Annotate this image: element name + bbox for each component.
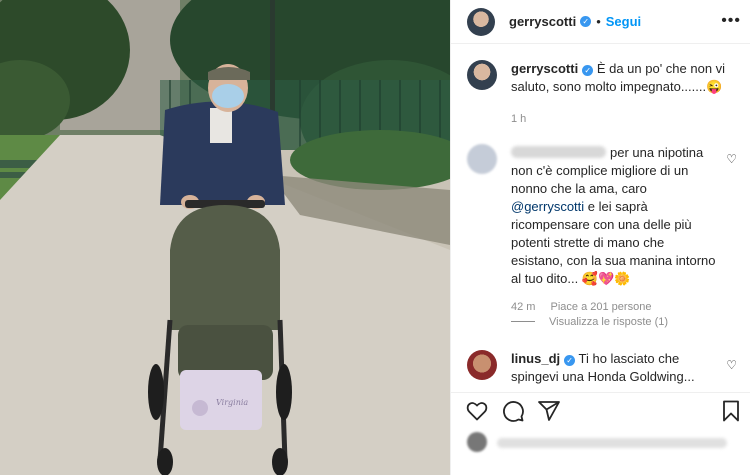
save-bookmark-icon[interactable] bbox=[719, 399, 743, 423]
post-header: gerryscotti ✓ • Segui ••• bbox=[451, 0, 750, 44]
share-send-icon[interactable] bbox=[537, 399, 561, 423]
author-avatar[interactable] bbox=[467, 7, 495, 36]
caption-avatar[interactable] bbox=[467, 60, 497, 90]
replies-divider bbox=[511, 321, 535, 322]
comment-likes[interactable]: Piace a 201 persone bbox=[551, 301, 652, 313]
post-actions-bar bbox=[451, 392, 750, 428]
liked-by-text-redacted bbox=[497, 438, 727, 448]
verified-badge-icon: ✓ bbox=[580, 16, 592, 27]
comment-body: linus_dj ✓ Ti ho lasciato che spingevi un… bbox=[511, 350, 717, 386]
like-comment-heart-icon[interactable]: ♡ bbox=[726, 358, 737, 372]
caption-item: gerryscotti ✓ È da un po' che non vi salu… bbox=[467, 60, 737, 130]
caption-time: 1 h bbox=[511, 113, 527, 125]
comment-item: linus_dj ✓ Ti ho lasciato che spingevi un… bbox=[467, 350, 737, 392]
mention-link[interactable]: @gerryscotti bbox=[511, 199, 584, 214]
post-photo[interactable]: Virginia bbox=[0, 0, 450, 475]
comment-time: 42 m bbox=[511, 301, 536, 313]
comments-list[interactable]: gerryscotti ✓ È da un po' che non vi salu… bbox=[451, 44, 750, 392]
follow-button[interactable]: Segui bbox=[606, 14, 641, 29]
like-heart-icon[interactable] bbox=[465, 399, 489, 423]
verified-badge-icon: ✓ bbox=[582, 65, 594, 76]
view-replies-button[interactable]: Visualizza le risposte (1) bbox=[511, 316, 668, 328]
comment-body: per una nipotina non c'è complice miglio… bbox=[511, 144, 717, 316]
commenter-username[interactable]: linus_dj bbox=[511, 351, 560, 366]
verified-badge-icon: ✓ bbox=[564, 355, 576, 366]
stroller-label: Virginia bbox=[216, 398, 249, 407]
separator-dot: • bbox=[596, 14, 601, 29]
comment-meta: 42 m Piace a 201 persone bbox=[511, 298, 717, 316]
comment-item: per una nipotina non c'è complice miglio… bbox=[467, 144, 737, 314]
commenter-avatar[interactable] bbox=[467, 350, 497, 380]
commenter-username-redacted[interactable] bbox=[511, 146, 606, 158]
post-side-panel: gerryscotti ✓ • Segui ••• gerryscotti ✓ È… bbox=[450, 0, 750, 475]
commenter-avatar[interactable] bbox=[467, 144, 497, 174]
caption-username[interactable]: gerryscotti bbox=[511, 61, 578, 76]
liked-by-row-redacted[interactable] bbox=[467, 430, 737, 460]
more-options-icon[interactable]: ••• bbox=[721, 12, 741, 30]
instagram-post-view: Virginia gerryscotti ✓ • Segui ••• gerry… bbox=[0, 0, 750, 475]
view-replies-label[interactable]: Visualizza le risposte (1) bbox=[549, 316, 668, 328]
comment-bubble-icon[interactable] bbox=[501, 399, 525, 423]
liked-by-avatar-redacted bbox=[467, 432, 487, 452]
caption-body: gerryscotti ✓ È da un po' che non vi salu… bbox=[511, 60, 737, 128]
author-username[interactable]: gerryscotti bbox=[509, 14, 576, 29]
like-comment-heart-icon[interactable]: ♡ bbox=[726, 152, 737, 166]
